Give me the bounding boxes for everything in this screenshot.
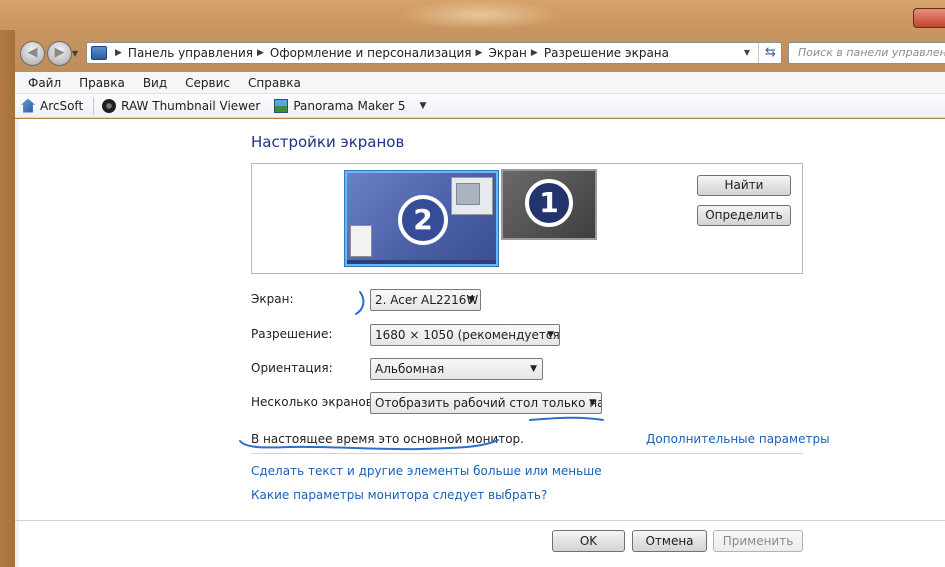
- content-pane: Настройки экранов 2 1 Найти Определить Э…: [15, 119, 945, 567]
- taskbar-preview: [347, 260, 496, 264]
- menu-help[interactable]: Справка: [248, 76, 301, 90]
- menu-view[interactable]: Вид: [143, 76, 167, 90]
- toolbar-divider: [93, 96, 95, 115]
- breadcrumb-separator-icon[interactable]: ▶: [257, 48, 264, 58]
- breadcrumb-control-panel[interactable]: Панель управления: [128, 46, 253, 60]
- chevron-down-icon: ▼: [547, 330, 554, 340]
- page-title: Настройки экранов: [251, 133, 405, 151]
- screen-select[interactable]: 2. Acer AL2216W ▼: [370, 289, 481, 311]
- menu-edit[interactable]: Правка: [79, 76, 125, 90]
- breadcrumb-screen-resolution[interactable]: Разрешение экрана: [544, 46, 669, 60]
- main-monitor-note: В настоящее время это основной монитор.: [251, 432, 524, 446]
- multiple-displays-select[interactable]: Отобразить рабочий стол только на 2 ▼: [370, 392, 602, 414]
- monitor-1-thumbnail[interactable]: 1: [501, 169, 597, 240]
- content-left-strip: [15, 119, 19, 567]
- chevron-down-icon: ▼: [530, 364, 537, 374]
- links-toolbar: ArcSoft RAW Thumbnail Viewer Panorama Ma…: [15, 94, 945, 118]
- orientation-label: Ориентация:: [251, 361, 333, 375]
- resolution-select[interactable]: 1680 × 1050 (рекомендуется) ▼: [370, 324, 560, 346]
- toolbar-link-label: ArcSoft: [40, 98, 84, 113]
- toolbar-link-panorama-maker[interactable]: Panorama Maker 5: [274, 98, 406, 113]
- footer-divider: [15, 520, 945, 521]
- menu-tools[interactable]: Сервис: [185, 76, 230, 90]
- orientation-select-value: Альбомная: [375, 362, 445, 376]
- multiple-displays-label: Несколько экранов:: [251, 395, 377, 409]
- toolbar-link-arcsoft[interactable]: ArcSoft: [21, 98, 84, 113]
- window-left-border: [0, 30, 15, 567]
- ok-button[interactable]: OK: [552, 530, 625, 552]
- control-panel-icon: [91, 46, 107, 60]
- advanced-settings-link[interactable]: Дополнительные параметры: [646, 432, 830, 446]
- breadcrumb-separator-icon[interactable]: ▶: [531, 48, 538, 58]
- breadcrumb-separator-icon[interactable]: ▶: [115, 48, 122, 58]
- window-preview: [451, 177, 493, 215]
- chevron-down-icon[interactable]: ▼: [419, 101, 426, 111]
- apply-button[interactable]: Применить: [713, 530, 803, 552]
- text-size-link[interactable]: Сделать текст и другие элементы больше и…: [251, 464, 602, 478]
- orientation-select[interactable]: Альбомная ▼: [370, 358, 543, 380]
- forward-arrow-icon: ▶: [54, 45, 65, 60]
- monitor-number-badge: 1: [525, 179, 573, 227]
- back-arrow-icon: ◀: [27, 45, 38, 60]
- menu-file[interactable]: Файл: [28, 76, 61, 90]
- toolbar-link-label: Panorama Maker 5: [293, 98, 406, 113]
- cancel-button[interactable]: Отмена: [632, 530, 707, 552]
- breadcrumb-separator-icon[interactable]: ▶: [476, 48, 483, 58]
- panorama-icon: [274, 98, 289, 113]
- window-preview: [350, 225, 372, 257]
- monitor-help-link[interactable]: Какие параметры монитора следует выбрать…: [251, 488, 547, 502]
- chevron-down-icon: ▼: [589, 398, 596, 408]
- find-button[interactable]: Найти: [697, 175, 791, 196]
- search-input[interactable]: Поиск в панели управления: [788, 42, 945, 64]
- divider: [251, 453, 803, 454]
- desktop-background-glow: [400, 0, 560, 30]
- toolbar-link-label: RAW Thumbnail Viewer: [121, 98, 261, 113]
- resolution-label: Разрешение:: [251, 327, 333, 341]
- identify-button[interactable]: Определить: [697, 205, 791, 226]
- home-icon: [21, 98, 35, 113]
- screen-label: Экран:: [251, 292, 294, 306]
- close-window-button[interactable]: [913, 8, 945, 28]
- breadcrumb-display[interactable]: Экран: [488, 46, 526, 60]
- recent-pages-dropdown[interactable]: ▼: [72, 49, 78, 58]
- address-history-dropdown-icon[interactable]: ▼: [739, 43, 755, 63]
- back-button[interactable]: ◀: [20, 41, 45, 66]
- multiple-displays-select-value: Отобразить рабочий стол только на 2: [375, 396, 602, 410]
- resolution-select-value: 1680 × 1050 (рекомендуется): [375, 328, 560, 342]
- refresh-icon[interactable]: ⇆: [758, 43, 782, 63]
- camera-lens-icon: [102, 98, 117, 113]
- forward-button[interactable]: ▶: [47, 41, 72, 66]
- screen-select-value: 2. Acer AL2216W: [375, 293, 479, 307]
- menu-bar: Файл Правка Вид Сервис Справка: [15, 72, 945, 94]
- toolbar-link-raw-thumbnail-viewer[interactable]: RAW Thumbnail Viewer: [102, 98, 261, 113]
- monitor-number-badge: 2: [398, 195, 448, 245]
- breadcrumb-appearance[interactable]: Оформление и персонализация: [270, 46, 472, 60]
- address-bar[interactable]: ▶ Панель управления ▶ Оформление и персо…: [86, 42, 782, 64]
- chevron-down-icon: ▼: [468, 295, 475, 305]
- monitor-2-thumbnail[interactable]: 2: [345, 171, 498, 266]
